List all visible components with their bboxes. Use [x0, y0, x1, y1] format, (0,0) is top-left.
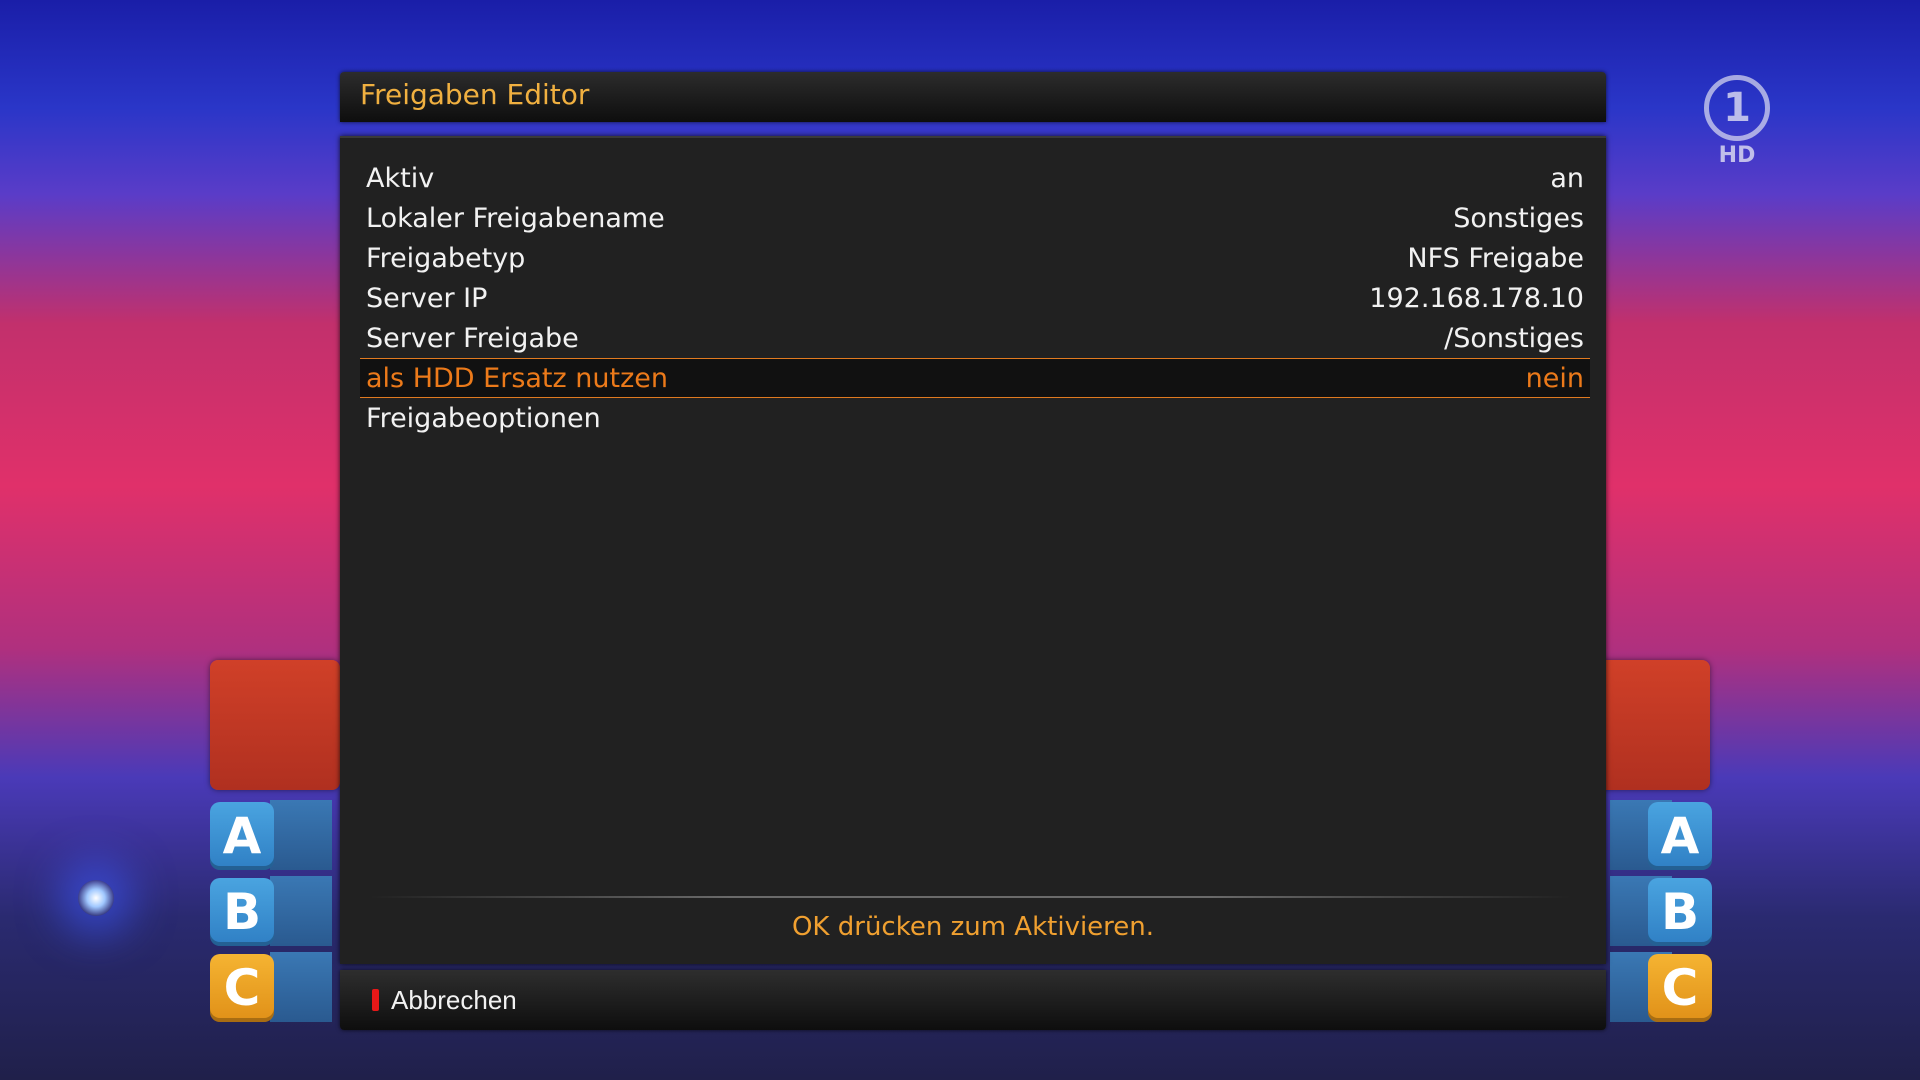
answer-bar-left-b: [270, 876, 332, 946]
answer-tile-left-c: C: [210, 954, 274, 1022]
config-row-freigabeoptionen[interactable]: Freigabeoptionen: [360, 398, 1590, 438]
config-value: nein: [1525, 362, 1584, 394]
channel-logo: 1 HD: [1700, 75, 1774, 168]
cancel-button[interactable]: Abbrechen: [372, 982, 517, 1018]
config-value: an: [1550, 162, 1584, 194]
answer-tile-right-c: C: [1648, 954, 1712, 1022]
answer-tile-right-b: B: [1648, 878, 1712, 946]
help-divider: [370, 896, 1570, 898]
config-row-server-ip[interactable]: Server IP 192.168.178.10: [360, 278, 1590, 318]
dialog-title-bar: Freigaben Editor: [340, 72, 1606, 122]
config-value: Sonstiges: [1453, 202, 1584, 234]
answer-tile-right-a: A: [1648, 802, 1712, 870]
config-row-lokaler-freigabename[interactable]: Lokaler Freigabename Sonstiges: [360, 198, 1590, 238]
answer-bar-left-a: [270, 800, 332, 870]
config-label: Lokaler Freigabename: [366, 202, 665, 234]
studio-answer-panel-left: [210, 660, 340, 790]
config-row-aktiv[interactable]: Aktiv an: [360, 158, 1590, 198]
answer-bar-left-c: [270, 952, 332, 1022]
cancel-button-label: Abbrechen: [391, 984, 517, 1015]
channel-logo-icon: 1: [1704, 75, 1770, 141]
config-value: NFS Freigabe: [1407, 242, 1584, 274]
config-value: 192.168.178.10: [1369, 282, 1584, 314]
config-label: Freigabeoptionen: [366, 402, 601, 434]
config-row-hdd-ersatz[interactable]: als HDD Ersatz nutzen nein: [360, 358, 1590, 398]
config-label: Aktiv: [366, 162, 435, 194]
red-key-icon: [372, 989, 379, 1011]
dialog-body: Aktiv an Lokaler Freigabename Sonstiges …: [340, 136, 1606, 964]
config-value: /Sonstiges: [1444, 322, 1584, 354]
studio-spotlight: [78, 880, 114, 916]
config-row-server-freigabe[interactable]: Server Freigabe /Sonstiges: [360, 318, 1590, 358]
answer-tile-left-b: B: [210, 878, 274, 946]
config-row-freigabetyp[interactable]: Freigabetyp NFS Freigabe: [360, 238, 1590, 278]
config-label: Freigabetyp: [366, 242, 526, 274]
config-list: Aktiv an Lokaler Freigabename Sonstiges …: [360, 158, 1590, 438]
answer-tile-left-a: A: [210, 802, 274, 870]
channel-logo-hd-label: HD: [1718, 143, 1756, 168]
dialog-title: Freigaben Editor: [360, 78, 590, 111]
config-label: Server IP: [366, 282, 488, 314]
config-label: Server Freigabe: [366, 322, 579, 354]
help-text: OK drücken zum Aktivieren.: [791, 912, 1155, 942]
config-label: als HDD Ersatz nutzen: [366, 362, 668, 394]
button-bar: Abbrechen: [340, 970, 1606, 1030]
